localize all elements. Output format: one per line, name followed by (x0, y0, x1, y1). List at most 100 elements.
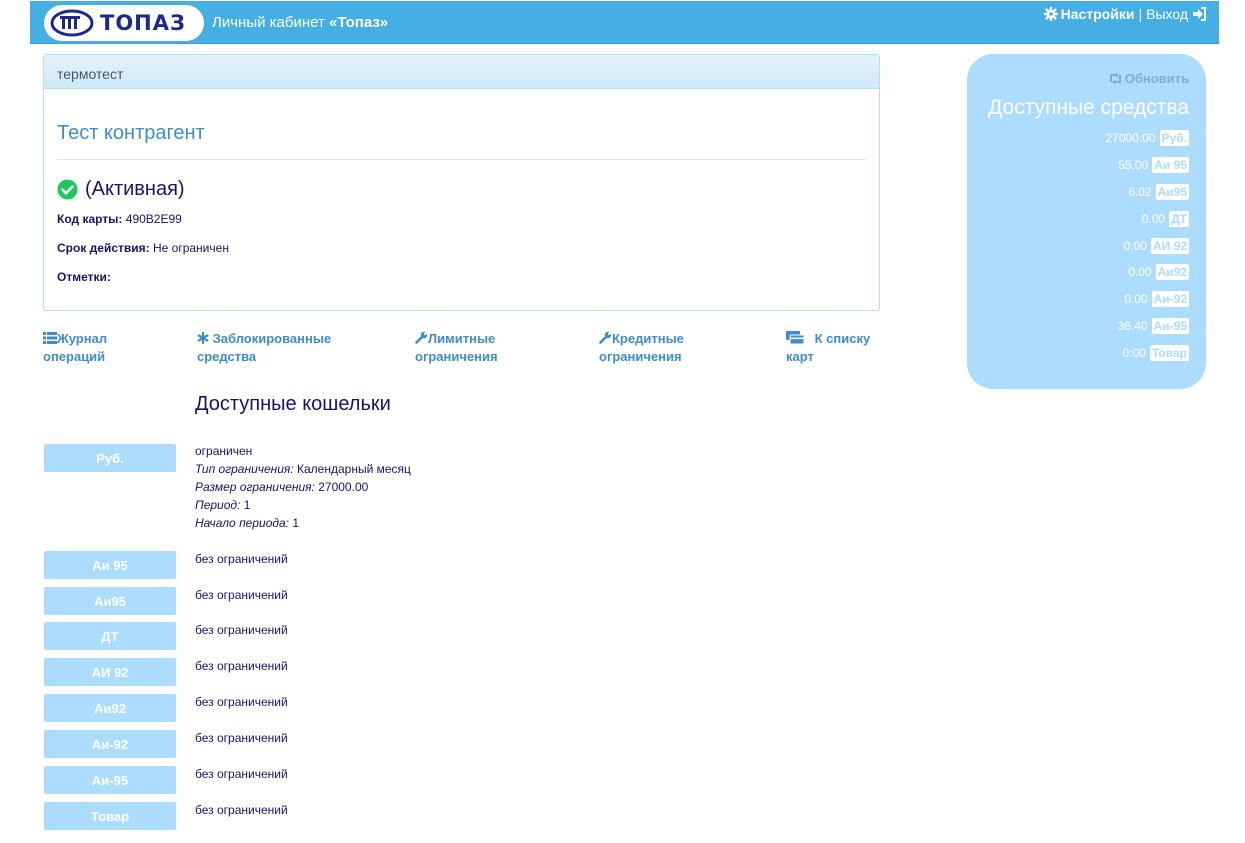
credit-line1: Кредитные (612, 331, 684, 346)
wrench-icon (415, 331, 428, 344)
wallet-button[interactable]: Аи-92 (44, 730, 176, 758)
blocked-line2: средства (197, 349, 257, 364)
wallet-rub-period-value: 1 (243, 498, 251, 512)
card-panel: термотест Тест контрагент (Активная) Код… (43, 54, 880, 311)
refresh-button[interactable]: Обновить (1108, 71, 1189, 86)
blocked-funds-link[interactable]: Заблокированные средства (197, 330, 331, 366)
balance-unit-tag: Руб. (1159, 130, 1189, 146)
card-code-field: Код карты: 490B2E99 (57, 212, 866, 226)
balance-unit-tag: Аи95 (1155, 184, 1189, 200)
wallet-button[interactable]: Товар (44, 802, 176, 830)
card-notes-label: Отметки: (57, 270, 111, 284)
asterisk-icon (197, 331, 209, 345)
card-panel-title: термотест (44, 55, 879, 89)
wallet-description: без ограничений (195, 803, 288, 817)
wallet-button[interactable]: АИ 92 (44, 658, 176, 686)
settings-label: Настройки (1060, 6, 1135, 22)
credit-cards-icon (786, 331, 805, 345)
settings-link[interactable]: Настройки (1043, 6, 1135, 22)
balance-row: 36.40 Аи-95 (1118, 318, 1189, 334)
wallet-button[interactable]: ДТ (44, 622, 176, 650)
available-funds-panel: Обновить Доступные средства 27000.00 Руб… (967, 54, 1206, 389)
wallet-description: без ограничений (195, 695, 288, 709)
journal-link[interactable]: Журнал операций (43, 330, 107, 366)
card-validity-value: Не ограничен (152, 241, 229, 255)
wallet-description: без ограничений (195, 588, 288, 602)
cards-line2: карт (786, 349, 814, 364)
wallet-button[interactable]: Аи-95 (44, 766, 176, 794)
wallet-rub-size-label: Размер ограничения: (195, 480, 315, 494)
wallet-rub-type-label: Тип ограничения: (195, 462, 294, 476)
contractor-name: Тест контрагент (57, 122, 866, 160)
wallet-rub-period-label: Период: (195, 498, 241, 512)
balance-unit-tag: Товар (1149, 345, 1189, 361)
limits-line2: ограничения (415, 349, 498, 364)
wallet-rub-type: Тип ограничения: Календарный месяц (195, 460, 411, 478)
cabinet-title-prefix: Личный кабинет (212, 14, 330, 31)
balance-amount: 0.00 (1124, 292, 1148, 306)
balance-row: 0.00 Аи92 (1128, 264, 1189, 280)
wallet-rub-status: ограничен (195, 444, 253, 458)
blocked-line1: Заблокированные (212, 331, 332, 346)
cabinet-title-name: «Топаз» (329, 14, 389, 31)
balance-amount: 0:00 (1122, 346, 1146, 360)
wallet-rub-details: ограничен Тип ограничения: Календарный м… (195, 442, 411, 532)
logout-label: Выход (1146, 6, 1188, 22)
menu-separator: | (1138, 6, 1143, 22)
wallet-rub-period: Период: 1 (195, 496, 411, 514)
limit-restrictions-link[interactable]: Лимитные ограничения (415, 330, 498, 366)
balance-row: 0.00 ДТ (1142, 211, 1189, 227)
wrench-icon (599, 331, 612, 344)
logout-link[interactable]: Выход (1146, 6, 1207, 22)
wallet-description: без ограничений (195, 767, 288, 781)
card-notes-field: Отметки: (57, 270, 866, 284)
topaz-logo[interactable]: ТОПАЗ (44, 5, 204, 41)
balance-unit-tag: ДТ (1169, 211, 1189, 227)
list-icon (43, 332, 57, 344)
wallet-button[interactable]: Аи92 (44, 694, 176, 722)
logo-text: ТОПАЗ (100, 11, 186, 35)
wallet-description: без ограничений (195, 552, 288, 566)
gear-icon (1043, 7, 1058, 21)
check-circle-icon (57, 179, 78, 200)
balance-unit-tag: Аи 95 (1152, 157, 1189, 173)
refresh-icon (1109, 73, 1121, 84)
wallet-button[interactable]: Аи 95 (44, 551, 176, 579)
balance-row: 0.00 Аи-92 (1124, 291, 1189, 307)
wallet-rub-start: Начало периода: 1 (195, 514, 411, 532)
wallet-rub-type-value: Календарный месяц (297, 462, 411, 476)
limits-line1: Лимитные (428, 331, 496, 346)
sign-out-icon (1193, 7, 1206, 21)
balance-amount: 0.00 (1123, 239, 1148, 253)
credit-line2: ограничения (599, 349, 682, 364)
available-funds-title: Доступные средства (988, 96, 1189, 119)
credit-restrictions-link[interactable]: Кредитные ограничения (599, 330, 684, 366)
wallet-button-rub[interactable]: Руб. (44, 444, 176, 472)
balance-unit-tag: АИ 92 (1151, 238, 1189, 254)
balance-amount: 55.00 (1118, 158, 1149, 172)
balance-amount: 36.40 (1117, 319, 1148, 333)
journal-line1: Журнал (57, 331, 108, 346)
balance-amount: 6.02 (1128, 185, 1152, 199)
cards-list-link[interactable]: К списку карт (786, 330, 870, 366)
balance-row: 55.00 Аи 95 (1118, 157, 1189, 173)
card-validity-field: Срок действия: Не ограничен (57, 241, 866, 255)
balance-row: 0.00 АИ 92 (1124, 238, 1189, 254)
card-validity-label: Срок действия: (57, 241, 150, 255)
user-menu: Настройки | Выход (1043, 6, 1207, 22)
card-status: (Активная) (57, 178, 866, 201)
balance-amount: 0.00 (1128, 265, 1152, 279)
card-code-label: Код карты: (57, 212, 123, 226)
balance-row: 0:00 Товар (1122, 345, 1189, 361)
balance-unit-tag: Аи-95 (1151, 318, 1189, 334)
balance-unit-tag: Аи92 (1155, 264, 1189, 280)
top-navbar: ТОПАЗ Личный кабинет «Топаз» Настройки |… (30, 1, 1219, 44)
wallet-description: без ограничений (195, 623, 288, 637)
wallet-button[interactable]: Аи95 (44, 587, 176, 615)
wallet-rub-size: Размер ограничения: 27000.00 (195, 478, 411, 496)
balance-amount: 27000.00 (1105, 131, 1156, 145)
cabinet-title: Личный кабинет «Топаз» (212, 14, 388, 31)
balance-amount: 0.00 (1141, 212, 1166, 226)
card-code-value: 490B2E99 (125, 212, 182, 226)
wallet-description: без ограничений (195, 659, 288, 673)
